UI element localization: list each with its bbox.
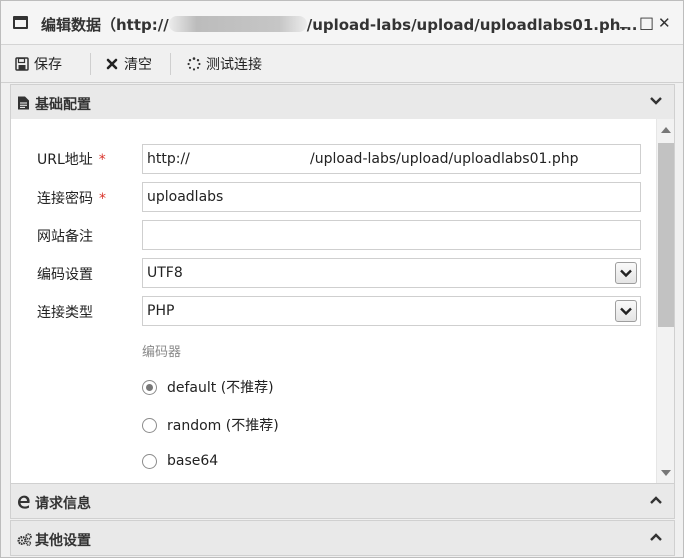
url-label: URL地址 * [37,149,106,169]
window-title-suffix: /upload-labs/upload/uploadlabs01.ph... [306,16,638,34]
section-basic-config-header[interactable]: 基础配置 [10,84,675,120]
password-label-text: 连接密码 [37,191,93,207]
floppy-disk-icon [15,57,29,71]
encoder-option-default[interactable]: default (不推荐) [142,377,274,397]
minimize-button[interactable]: _ [620,11,628,29]
encoder-option-label: random (不推荐) [167,418,279,434]
save-label: 保存 [34,57,62,73]
encoding-select[interactable]: UTF8 [142,258,641,288]
encoder-option-label: base64 [167,453,219,469]
scroll-up-arrow[interactable] [661,127,671,133]
required-mark: * [99,191,106,207]
toolbar: 保存 清空 测试连接 [1,45,683,83]
edit-data-window: 编辑数据（http:// /upload-labs/upload/uploadla… [0,0,684,558]
encoding-dropdown-button[interactable] [615,262,637,284]
title-bar[interactable]: 编辑数据（http:// /upload-labs/upload/uploadla… [1,1,683,45]
redacted-host [168,16,307,32]
section-request-info-title: 请求信息 [35,496,91,512]
test-connection-label: 测试连接 [206,57,262,73]
maximize-button[interactable]: □ [639,13,654,32]
test-connection-button[interactable]: 测试连接 [187,54,262,74]
encoder-heading: 编码器 [142,345,182,360]
gears-icon [17,533,32,546]
vertical-scrollbar[interactable] [656,119,674,484]
window-icon [13,16,28,29]
type-dropdown-button[interactable] [615,300,637,322]
type-select[interactable]: PHP [142,296,641,326]
type-select-value: PHP [147,303,175,319]
section-basic-config-title: 基础配置 [35,97,91,113]
encoding-select-value: UTF8 [147,265,183,281]
spinner-icon [187,57,201,71]
chevron-up-icon[interactable] [648,529,664,545]
section-other-settings-header[interactable]: 其他设置 [10,520,675,556]
note-label: 网站备注 [37,229,93,245]
url-label-text: URL地址 [37,152,93,168]
chevron-up-icon[interactable] [648,492,664,508]
url-input[interactable]: http:// /upload-labs/upload/uploadlabs01… [142,144,641,174]
type-label: 连接类型 [37,305,93,321]
encoder-option-random[interactable]: random (不推荐) [142,415,279,435]
encoding-label: 编码设置 [37,267,93,283]
clear-label: 清空 [124,57,152,73]
close-icon [106,58,118,70]
chevron-down-icon [620,269,632,278]
section-other-settings-title: 其他设置 [35,533,91,549]
clear-button[interactable]: 清空 [105,54,152,74]
toolbar-divider [90,53,91,75]
password-label: 连接密码 * [37,188,106,208]
document-icon [18,96,29,110]
encoder-option-label: default (不推荐) [167,380,274,396]
required-mark: * [98,152,106,168]
edge-icon [18,495,30,509]
close-button[interactable]: ✕ [658,14,671,32]
radio-button-checked[interactable] [142,379,157,395]
toolbar-divider [170,53,171,75]
radio-button[interactable] [142,417,157,433]
window-title: 编辑数据（http:// /upload-labs/upload/uploadla… [41,14,638,35]
radio-button[interactable] [142,453,157,469]
save-button[interactable]: 保存 [15,54,62,74]
password-input[interactable]: uploadlabs [142,182,641,212]
section-request-info-header[interactable]: 请求信息 [10,483,675,519]
scrollbar-thumb[interactable] [658,143,674,327]
window-title-prefix: 编辑数据（http:// [41,16,169,34]
scroll-down-arrow[interactable] [661,470,671,476]
basic-config-panel: URL地址 * http:// /upload-labs/upload/uploa… [10,119,675,484]
chevron-down-icon [620,307,632,316]
note-input[interactable] [142,220,641,250]
encoder-option-base64[interactable]: base64 [142,453,218,469]
chevron-down-icon[interactable] [648,93,664,109]
